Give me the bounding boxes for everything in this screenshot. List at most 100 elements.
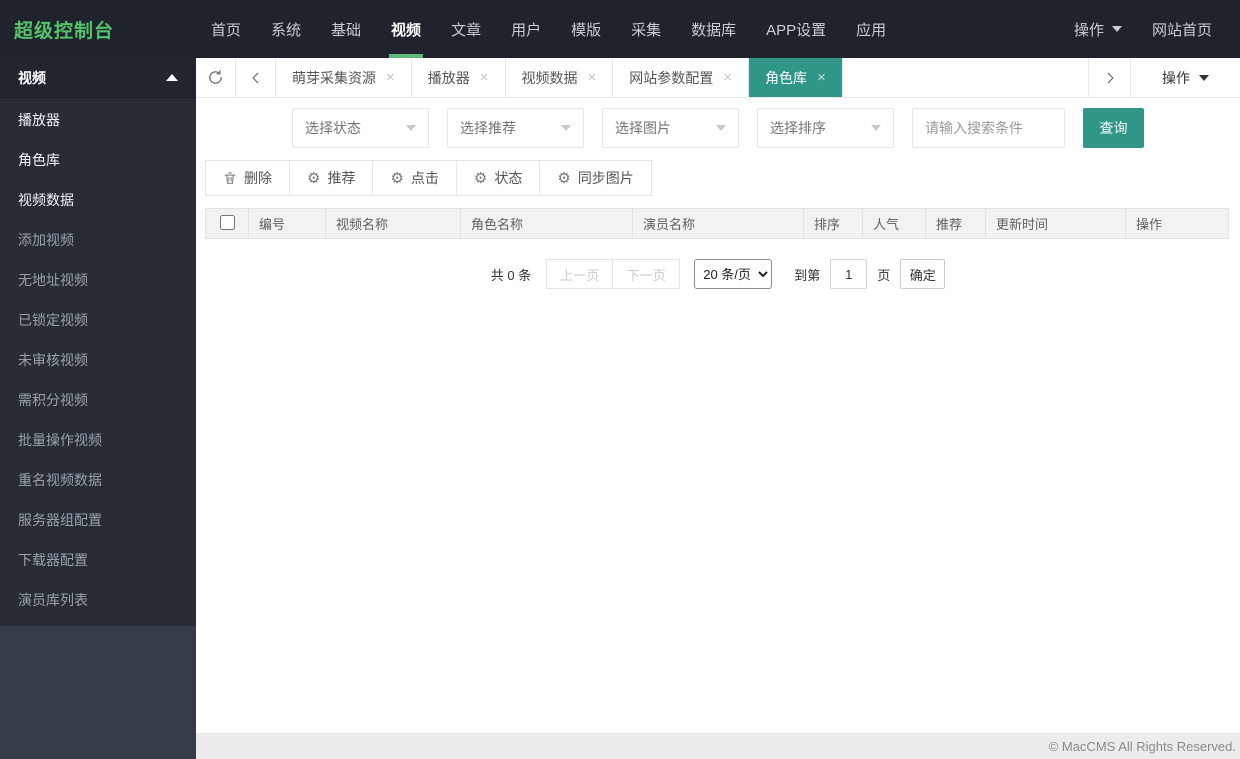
next-page-button[interactable]: 下一页 — [613, 259, 681, 289]
trash-icon — [223, 171, 237, 185]
col-role-name: 角色名称 — [460, 208, 633, 239]
prev-page-button[interactable]: 上一页 — [546, 259, 614, 289]
gear-icon: ⚙ — [390, 169, 404, 187]
chevron-down-icon — [716, 125, 726, 131]
close-icon[interactable]: × — [723, 70, 732, 85]
goto-page-input[interactable] — [830, 259, 868, 289]
tab-player[interactable]: 播放器 × — [412, 58, 506, 97]
chevron-left-icon — [252, 72, 258, 83]
sidebar-item-no-address-video[interactable]: 无地址视频 — [0, 260, 196, 300]
delete-label: 删除 — [244, 170, 272, 186]
sidebar: 视频 播放器 角色库 视频数据 添加视频 无地址视频 已锁定视频 未审核视频 需… — [0, 58, 196, 759]
status-button[interactable]: ⚙ 状态 — [456, 160, 541, 196]
nav-item-user[interactable]: 用户 — [496, 0, 556, 58]
recommend-label: 推荐 — [327, 170, 356, 186]
gear-icon: ⚙ — [473, 169, 488, 187]
role-table: 编号 视频名称 角色名称 演员名称 排序 人气 推荐 更新时间 操作 — [205, 208, 1229, 239]
recommend-button[interactable]: ⚙ 推荐 — [290, 160, 374, 196]
col-video-name: 视频名称 — [325, 208, 461, 239]
sidebar-item-locked-video[interactable]: 已锁定视频 — [0, 300, 196, 340]
select-status[interactable]: 选择状态 — [292, 108, 429, 148]
tabbar-spacer — [843, 58, 1088, 97]
sidebar-item-player[interactable]: 播放器 — [0, 100, 196, 140]
hits-button[interactable]: ⚙ 点击 — [373, 160, 457, 196]
collapse-up-icon — [166, 74, 178, 81]
filter-bar: 选择状态 选择推荐 选择图片 选择排序 查询 — [196, 108, 1240, 148]
sidebar-menu: 播放器 角色库 视频数据 添加视频 无地址视频 已锁定视频 未审核视频 需积分视… — [0, 98, 196, 626]
chevron-down-icon — [561, 125, 571, 131]
select-all-checkbox[interactable] — [219, 214, 235, 230]
sidebar-item-role-library[interactable]: 角色库 — [0, 140, 196, 180]
site-home-link[interactable]: 网站首页 — [1136, 19, 1220, 40]
select-image[interactable]: 选择图片 — [602, 108, 739, 148]
sync-image-button[interactable]: ⚙ 同步图片 — [540, 160, 652, 196]
select-status-label: 选择状态 — [305, 120, 361, 136]
select-recommend-label: 选择推荐 — [460, 120, 516, 136]
delete-button[interactable]: 删除 — [205, 160, 290, 196]
select-recommend[interactable]: 选择推荐 — [447, 108, 584, 148]
sidebar-item-add-video[interactable]: 添加视频 — [0, 220, 196, 260]
hits-label: 点击 — [410, 170, 439, 186]
gear-icon: ⚙ — [557, 169, 571, 187]
col-id: 编号 — [248, 208, 326, 239]
sidebar-item-actor-library[interactable]: 演员库列表 — [0, 580, 196, 620]
search-button[interactable]: 查询 — [1083, 108, 1144, 148]
sidebar-group-video[interactable]: 视频 — [0, 58, 196, 98]
close-icon[interactable]: × — [386, 70, 395, 85]
tabs-scroll-left-button[interactable] — [236, 58, 276, 97]
sidebar-item-points-video[interactable]: 需积分视频 — [0, 380, 196, 420]
main-nav: 首页 系统 基础 视频 文章 用户 模版 采集 数据库 APP设置 应用 — [196, 0, 901, 58]
tab-label: 网站参数配置 — [629, 69, 714, 86]
per-page-select[interactable]: 20 条/页 — [694, 259, 773, 289]
close-icon[interactable]: × — [480, 70, 489, 85]
sidebar-item-server-group[interactable]: 服务器组配置 — [0, 500, 196, 540]
navbar-ops-dropdown[interactable]: 操作 — [1060, 19, 1136, 40]
tab-label: 角色库 — [765, 69, 808, 86]
sidebar-item-batch-video[interactable]: 批量操作视频 — [0, 420, 196, 460]
tabbar-ops-label: 操作 — [1162, 69, 1190, 86]
goto-confirm-button[interactable]: 确定 — [900, 259, 946, 289]
nav-item-system[interactable]: 系统 — [256, 0, 316, 58]
search-input[interactable] — [912, 108, 1065, 148]
close-icon[interactable]: × — [588, 70, 597, 85]
sidebar-item-downloader[interactable]: 下载器配置 — [0, 540, 196, 580]
col-update-time: 更新时间 — [985, 208, 1126, 239]
goto-prefix: 到第 — [794, 267, 821, 283]
sync-image-label: 同步图片 — [577, 170, 634, 186]
nav-item-home[interactable]: 首页 — [196, 0, 256, 58]
tab-label: 视频数据 — [521, 69, 578, 86]
tabbar-ops-dropdown[interactable]: 操作 — [1130, 58, 1240, 97]
nav-item-apps[interactable]: 应用 — [841, 0, 901, 58]
tab-role-library[interactable]: 角色库 × — [749, 58, 843, 97]
chevron-down-icon — [406, 125, 416, 131]
col-operations: 操作 — [1125, 208, 1229, 239]
tabs-scroll-right-button[interactable] — [1088, 58, 1130, 97]
select-sort-label: 选择排序 — [770, 120, 826, 136]
tab-video-data[interactable]: 视频数据 × — [506, 58, 614, 97]
col-actor-name: 演员名称 — [632, 208, 804, 239]
nav-item-basic[interactable]: 基础 — [316, 0, 376, 58]
select-sort[interactable]: 选择排序 — [757, 108, 894, 148]
close-icon[interactable]: × — [817, 70, 826, 85]
col-sort: 排序 — [803, 208, 863, 239]
select-image-label: 选择图片 — [615, 120, 671, 136]
tab-site-params[interactable]: 网站参数配置 × — [613, 58, 750, 97]
nav-item-article[interactable]: 文章 — [436, 0, 496, 58]
nav-item-database[interactable]: 数据库 — [676, 0, 751, 58]
goto-suffix: 页 — [877, 267, 891, 283]
navbar-ops-label: 操作 — [1073, 21, 1104, 39]
tab-mengya-collect[interactable]: 萌芽采集资源 × — [276, 58, 412, 97]
nav-item-template[interactable]: 模版 — [556, 0, 616, 58]
nav-item-collect[interactable]: 采集 — [616, 0, 676, 58]
sidebar-item-duplicate-video[interactable]: 重名视频数据 — [0, 460, 196, 500]
col-recommend: 推荐 — [925, 208, 986, 239]
sidebar-item-unreviewed-video[interactable]: 未审核视频 — [0, 340, 196, 380]
total-count: 共 0 条 — [490, 267, 532, 283]
tab-label: 播放器 — [427, 69, 470, 86]
nav-item-app-settings[interactable]: APP设置 — [751, 0, 841, 58]
main-area: 萌芽采集资源 × 播放器 × 视频数据 × 网站参数配置 × 角色库 × 操作 … — [196, 58, 1240, 759]
content-panel: 选择状态 选择推荐 选择图片 选择排序 查询 — [196, 98, 1240, 733]
refresh-button[interactable] — [196, 58, 236, 97]
sidebar-item-video-data[interactable]: 视频数据 — [0, 180, 196, 220]
nav-item-video[interactable]: 视频 — [376, 0, 436, 58]
